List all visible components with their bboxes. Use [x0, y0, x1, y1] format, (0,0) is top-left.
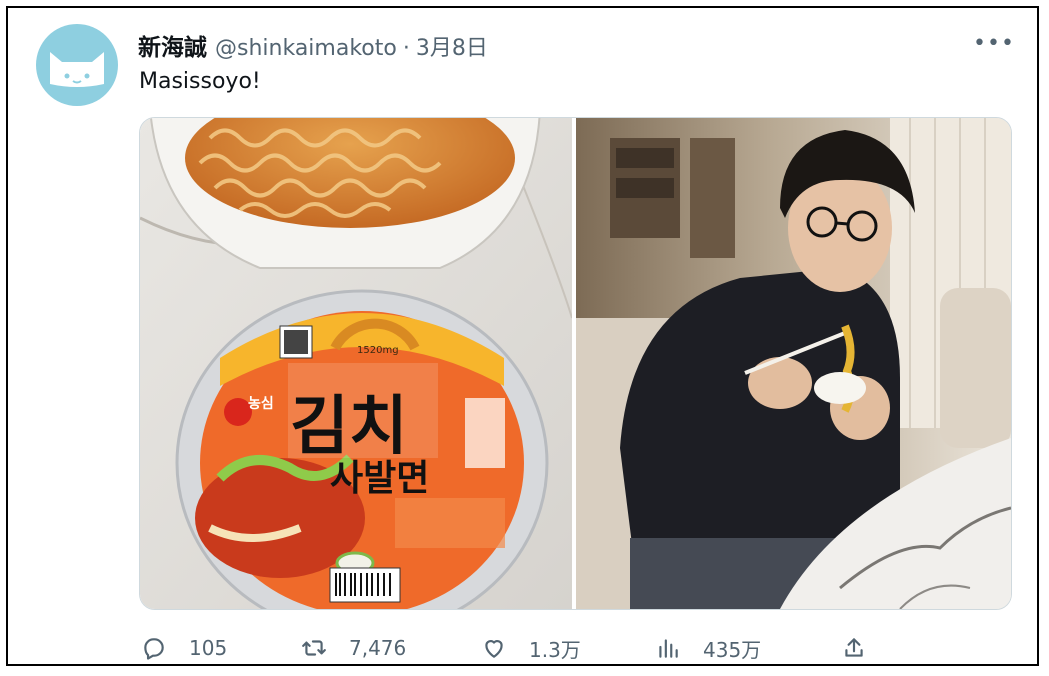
reply-button[interactable]: 105: [139, 628, 227, 668]
tweet-card: 新海誠 @shinkaimakoto · 3月8日 ••• Masissoyo!: [6, 6, 1039, 666]
like-button[interactable]: 1.3万: [479, 628, 581, 668]
repost-button[interactable]: 7,476: [299, 628, 406, 668]
separator-dot: ·: [402, 36, 410, 61]
product-title: 김치: [290, 390, 408, 464]
tweet-header: 新海誠 @shinkaimakoto · 3月8日: [138, 28, 488, 61]
user-handle[interactable]: @shinkaimakoto: [215, 36, 397, 61]
views-count: 435万: [703, 637, 762, 662]
ramen-photo[interactable]: 1520mg 농심 김치 사발면: [140, 118, 572, 609]
reply-count: 105: [189, 636, 228, 660]
tweet-media[interactable]: 1520mg 농심 김치 사발면: [139, 117, 1012, 610]
reply-bubble-icon: [139, 633, 169, 663]
avatar[interactable]: [36, 24, 118, 106]
views-button[interactable]: 435万: [653, 628, 761, 668]
tweet-text: Masissoyo!: [139, 69, 261, 94]
more-dots-icon[interactable]: •••: [973, 28, 1014, 58]
display-name[interactable]: 新海誠: [138, 28, 207, 62]
bar-chart-icon: [653, 633, 683, 663]
brand-label: 농심: [248, 396, 274, 412]
person-eating-photo[interactable]: [576, 118, 1011, 609]
action-bar: 105 7,476 1.3万 435万: [139, 628, 1012, 668]
product-subtitle: 사발면: [330, 458, 429, 499]
calorie-label: 1520mg: [357, 345, 399, 356]
tweet-date[interactable]: 3月8日: [416, 30, 488, 62]
share-upload-icon: [839, 633, 869, 663]
repost-count: 7,476: [349, 636, 407, 660]
heart-icon: [479, 633, 509, 663]
like-count: 1.3万: [529, 637, 581, 662]
share-button[interactable]: [839, 628, 869, 668]
repost-arrows-icon: [299, 633, 329, 663]
cat-face-icon: [50, 52, 104, 87]
